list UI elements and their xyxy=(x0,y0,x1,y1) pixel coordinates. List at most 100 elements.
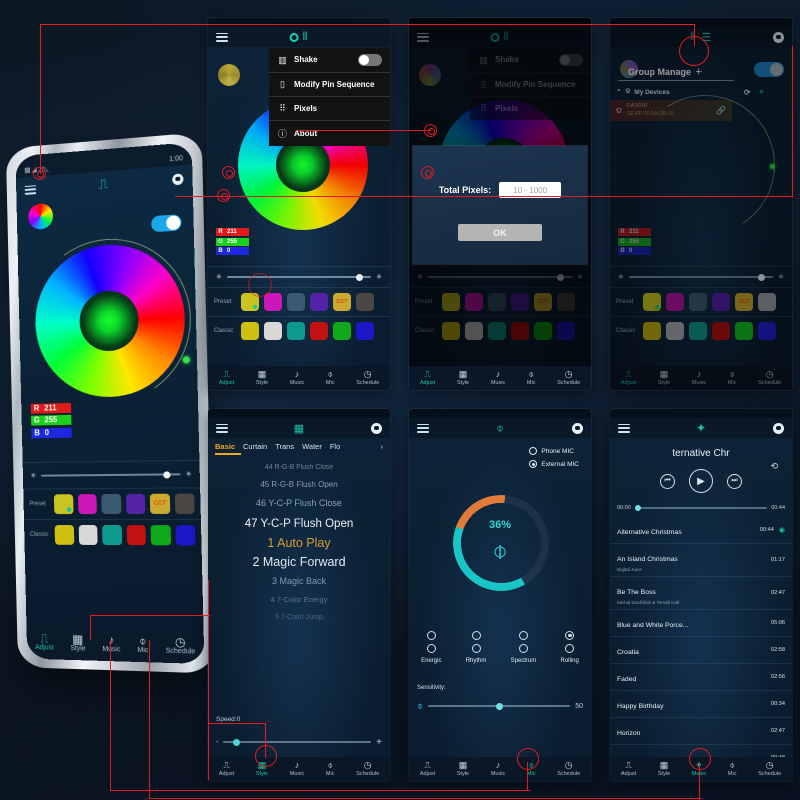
brightness-arc[interactable] xyxy=(16,227,205,417)
panel-mic-bottom-nav[interactable]: ⎍ Adjust ▦ Style ♪ Music ⌽ Mic ◷ Schedule xyxy=(409,757,591,781)
brightness-slider[interactable]: ✳ ✳ xyxy=(23,461,200,489)
nav-music[interactable]: ♪ Music xyxy=(290,370,304,387)
preset-swatch-cct[interactable]: CCT xyxy=(333,293,351,311)
nav-style[interactable]: ▦ Style xyxy=(457,761,469,778)
preset-swatch-3[interactable] xyxy=(287,293,305,311)
power-toggle[interactable] xyxy=(151,214,182,233)
mic-mode-group[interactable]: Energic Rhythm Spectrum Rolling xyxy=(409,631,591,664)
classic-swatch-5[interactable] xyxy=(150,525,171,546)
total-pixels-dialog[interactable]: Total Pixels: 10 - 1000 OK xyxy=(413,146,587,264)
nav-style[interactable]: ▦ Style xyxy=(256,761,268,778)
preset-swatch-2[interactable] xyxy=(77,494,98,515)
brightness-slider[interactable]: ✳ ✳ xyxy=(208,267,390,287)
tab-water[interactable]: Water xyxy=(302,442,322,451)
effect-list[interactable]: 44 R-G-B Flush Close 45 R-G-B Flush Open… xyxy=(208,455,390,627)
gear-icon[interactable] xyxy=(172,172,184,185)
classic-swatch-4[interactable] xyxy=(310,322,328,340)
classic-row[interactable]: Classic xyxy=(208,317,390,345)
preset-row[interactable]: Preset CCT xyxy=(208,288,390,316)
nav-schedule[interactable]: ◷ Schedule xyxy=(557,761,580,778)
effect-item[interactable]: 45 R-G-B Flush Open xyxy=(208,476,390,494)
classic-swatch-2[interactable] xyxy=(78,525,98,545)
speed-slider[interactable]: - + xyxy=(208,733,390,751)
nav-music[interactable]: ✦ Music xyxy=(692,761,706,778)
track-list[interactable]: Alternative Christmas 00:44 ◉ An Island … xyxy=(610,517,792,772)
nav-adjust[interactable]: ⎍ Adjust xyxy=(219,370,234,387)
play-button[interactable]: ▶ xyxy=(689,469,713,493)
classic-swatch-4[interactable] xyxy=(126,525,147,546)
effect-item-selected[interactable]: 1 Auto Play xyxy=(208,534,390,553)
nav-adjust[interactable]: ⎍ Adjust xyxy=(35,631,54,651)
preset-swatch-3[interactable] xyxy=(101,493,122,515)
shake-toggle[interactable] xyxy=(358,54,382,66)
mic-source-group[interactable]: Phone MIC External MIC xyxy=(529,447,579,473)
nav-music[interactable]: ♪ Music xyxy=(491,761,505,778)
nav-schedule[interactable]: ◷ Schedule xyxy=(557,370,580,387)
track-row[interactable]: Blue and White Porce... 05:06 xyxy=(610,610,792,637)
speed-minus[interactable]: - xyxy=(216,739,218,746)
menu-icon[interactable] xyxy=(24,184,37,195)
player-controls[interactable]: ⏮ ▶ ⏭ xyxy=(610,469,792,493)
nav-schedule[interactable]: ◷ Schedule xyxy=(356,761,379,778)
menu-item-about[interactable]: ⓘ About xyxy=(269,120,390,146)
classic-row[interactable]: Classic xyxy=(24,520,202,551)
nav-mic[interactable]: ⌽ Mic xyxy=(527,761,536,778)
preset-swatch-4[interactable] xyxy=(125,493,146,515)
track-row[interactable]: Be The Boss Michal Dvořáček & Tomáš Kafr … xyxy=(610,577,792,610)
effect-item[interactable]: 44 R-G-B Flush Close xyxy=(208,459,390,476)
dialog-ok-button[interactable]: OK xyxy=(458,224,542,241)
nav-mic[interactable]: ⌽ Mic xyxy=(527,370,536,387)
nav-mic[interactable]: ⌽ Mic xyxy=(728,761,737,778)
overflow-menu[interactable]: ▥ Shake ▯ Modify Pin Sequence ⠿ Pixels ⓘ… xyxy=(269,48,390,146)
effect-item[interactable]: 3 Magic Back xyxy=(208,572,390,591)
nav-schedule[interactable]: ◷ Schedule xyxy=(356,370,379,387)
phone-bottom-nav[interactable]: ⎍ Adjust ▦ Style ♪ Music ⌽ Mic ◷ Schedule xyxy=(26,625,205,665)
total-pixels-input[interactable]: 10 - 1000 xyxy=(499,182,562,198)
menu-icon[interactable] xyxy=(216,32,228,42)
classic-swatch-1[interactable] xyxy=(241,322,259,340)
classic-swatch-2[interactable] xyxy=(264,322,282,340)
menu-icon[interactable] xyxy=(417,423,429,433)
effect-item[interactable]: 4 7-Color Energy xyxy=(208,591,390,609)
nav-music[interactable]: ♪ Music xyxy=(491,370,505,387)
effect-item[interactable]: 46 Y-C-P Flush Close xyxy=(208,494,390,513)
nav-schedule[interactable]: ◷ Schedule xyxy=(165,634,196,655)
effect-item[interactable]: 47 Y-C-P Flush Open xyxy=(208,514,390,534)
preset-swatch-cct[interactable]: CCT xyxy=(149,493,170,514)
speed-plus[interactable]: + xyxy=(376,737,382,748)
menu-icon[interactable] xyxy=(618,423,630,433)
brightness-knob[interactable] xyxy=(182,356,190,364)
style-tabs[interactable]: Basic Curtain Trans Water Flo › xyxy=(208,438,390,453)
track-row[interactable]: Croatia 02:58 xyxy=(610,637,792,664)
nav-adjust[interactable]: ⎍ Adjust xyxy=(219,761,234,778)
nav-style[interactable]: ▦ Style xyxy=(256,370,268,387)
track-row[interactable]: Happy Birthday 00:34 xyxy=(610,691,792,718)
panel-menu[interactable]: ⦀ .panel .wheel::after{left:38px;top:38p… xyxy=(208,18,390,390)
track-row[interactable]: An Island Christmas Digital Juice 01:17 xyxy=(610,544,792,577)
classic-swatch-6[interactable] xyxy=(175,525,196,546)
preset-swatch-1[interactable] xyxy=(241,293,259,311)
mode-energic[interactable]: Energic xyxy=(421,631,441,664)
panel-dialog-bottom-nav[interactable]: ⎍ Adjust ▦ Style ♪ Music ⌽ Mic ◷ Schedule xyxy=(409,366,591,390)
menu-item-shake[interactable]: ▥ Shake xyxy=(269,48,390,72)
panel-music-bottom-nav[interactable]: ⎍ Adjust ▦ Style ✦ Music ⌽ Mic ◷ Schedule xyxy=(610,757,792,781)
panel-style-bottom-nav[interactable]: ⎍ Adjust ▦ Style ♪ Music ⌽ Mic ◷ Schedule xyxy=(208,757,390,781)
preset-row[interactable]: Preset CCT xyxy=(23,488,201,519)
nav-mic[interactable]: ⌽ Mic xyxy=(326,761,335,778)
panel-dialog[interactable]: ⦀ R211 G255 B0 ✳ ✳ Preset CCT Classic xyxy=(409,18,591,390)
gear-icon[interactable] xyxy=(572,422,583,434)
nav-adjust[interactable]: ⎍ Adjust xyxy=(420,370,435,387)
preset-swatch-6[interactable] xyxy=(174,493,195,514)
radio-external-mic[interactable]: External MIC xyxy=(529,460,579,468)
nav-style[interactable]: ▦ Style xyxy=(70,632,85,652)
color-mode-icon[interactable] xyxy=(27,202,54,231)
radio-phone-mic[interactable]: Phone MIC xyxy=(529,447,579,455)
classic-swatch-1[interactable] xyxy=(54,524,75,545)
mode-spectrum[interactable]: Spectrum xyxy=(511,631,536,664)
track-row[interactable]: Alternative Christmas 00:44 ◉ xyxy=(610,517,792,544)
tab-basic[interactable]: Basic xyxy=(215,442,235,451)
repeat-icon[interactable]: ⟲ xyxy=(770,461,778,472)
tab-trans[interactable]: Trans xyxy=(275,442,294,451)
color-mode-icon[interactable] xyxy=(218,64,240,86)
nav-music[interactable]: ♪ Music xyxy=(102,633,120,653)
